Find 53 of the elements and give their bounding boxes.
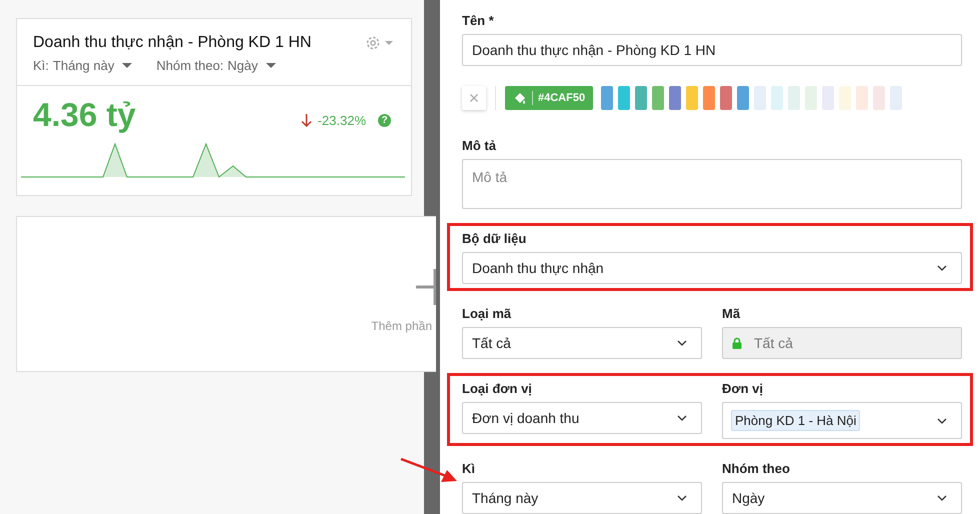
color-swatch[interactable] — [601, 86, 614, 110]
selected-tag[interactable]: Phòng KD 1 - Hà Nội — [731, 410, 860, 431]
color-swatch[interactable] — [856, 86, 868, 110]
color-swatch[interactable] — [839, 86, 852, 110]
color-swatch[interactable] — [720, 86, 732, 110]
locked-value: Tất cả — [754, 335, 793, 351]
name-input[interactable]: Doanh thu thực nhận - Phòng KD 1 HN — [462, 34, 962, 66]
chevron-down-icon[interactable] — [677, 495, 687, 501]
field-label: Mô tả — [462, 138, 497, 153]
color-swatch[interactable] — [635, 86, 648, 110]
select-field[interactable]: Ngày — [722, 482, 962, 514]
change-percent: -23.32% — [318, 112, 366, 128]
color-swatch[interactable] — [703, 86, 716, 110]
select-field[interactable]: Đơn vị doanh thu — [462, 402, 702, 434]
select-field[interactable]: Tất cả — [462, 327, 702, 359]
multi-select-field[interactable]: Phòng KD 1 - Hà Nội — [722, 402, 962, 439]
chevron-down-icon[interactable] — [677, 415, 687, 421]
field-label: Kì — [462, 461, 476, 476]
select-field[interactable]: Tháng này — [462, 482, 702, 514]
plus-icon[interactable] — [416, 269, 436, 305]
color-swatch[interactable] — [737, 86, 750, 110]
color-swatch[interactable] — [686, 86, 698, 110]
color-swatch[interactable] — [771, 86, 784, 110]
field-label: Nhóm theo — [722, 461, 791, 476]
color-swatch[interactable] — [873, 86, 886, 110]
chevron-down-icon[interactable] — [937, 418, 947, 424]
description-field[interactable]: Mô tả — [462, 159, 962, 209]
field-label: Đơn vị — [722, 381, 764, 396]
caret-down-icon[interactable] — [122, 62, 132, 68]
color-swatch[interactable] — [890, 86, 902, 110]
caret-down-icon[interactable] — [266, 62, 276, 68]
field-label: Bộ dữ liệu — [462, 231, 528, 246]
paint-bucket-icon — [513, 90, 527, 104]
field-label: Loại mã — [462, 306, 512, 321]
color-swatch[interactable] — [652, 86, 664, 110]
select-field[interactable]: Doanh thu thực nhận — [462, 252, 962, 284]
add-widget-label: Thêm phần — [371, 319, 432, 333]
chevron-down-icon[interactable] — [677, 340, 687, 346]
color-swatch[interactable] — [754, 86, 766, 110]
field-label: Tên * — [462, 13, 495, 28]
metric-value: 4.36 tỷ — [33, 96, 136, 134]
field-label: Loại đơn vị — [462, 381, 533, 396]
color-swatch[interactable] — [618, 86, 630, 110]
lock-icon — [732, 337, 742, 349]
filter-dropdown[interactable]: Kì: Tháng này — [33, 58, 132, 73]
settings-icon[interactable] — [365, 34, 395, 52]
filter-dropdown[interactable]: Nhóm theo: Ngày — [156, 58, 276, 73]
color-swatch[interactable] — [669, 86, 682, 110]
chevron-down-icon[interactable] — [937, 495, 947, 501]
widget-title: Doanh thu thực nhận - Phòng KD 1 HN — [33, 34, 312, 52]
chevron-down-icon[interactable] — [937, 265, 947, 271]
color-swatch[interactable] — [788, 86, 800, 110]
field-label: Mã — [722, 306, 742, 321]
